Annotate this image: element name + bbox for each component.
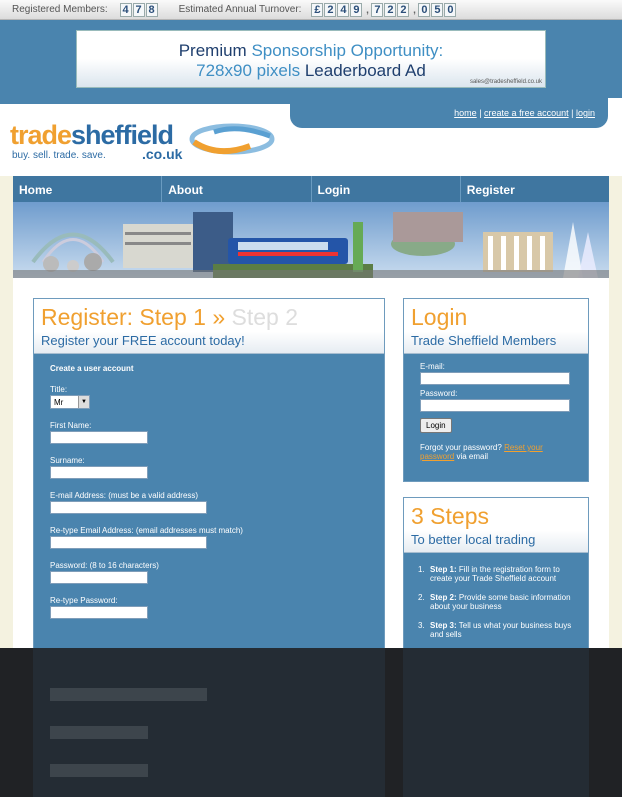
first-name-label: First Name: bbox=[50, 421, 92, 430]
login-title: Login bbox=[411, 304, 468, 330]
login-link[interactable]: login bbox=[576, 108, 595, 118]
counter-digit: 4 bbox=[119, 2, 132, 17]
turnover-counter: £2 4 9, 7 2 2, 0 5 0 bbox=[311, 2, 457, 17]
city-photo-banner bbox=[13, 202, 609, 278]
surname-label: Surname: bbox=[50, 456, 85, 465]
main-nav: Home About Login Register bbox=[13, 176, 609, 202]
steps-panel: 3 Steps To better local trading 1. Step 1… bbox=[403, 497, 589, 657]
link-separator: | bbox=[479, 108, 482, 118]
ad-sponsorship-text: Sponsorship Opportunity: bbox=[251, 41, 444, 60]
counter-digit: 0 bbox=[444, 2, 457, 17]
title-label: Title: bbox=[50, 385, 68, 394]
ad-email: sales@tradesheffield.co.uk bbox=[469, 79, 542, 85]
sheffield-collage-image bbox=[13, 202, 609, 278]
leaderboard-ad[interactable]: Premium Sponsorship Opportunity: 728x90 … bbox=[76, 30, 546, 88]
email-confirm-input[interactable] bbox=[50, 536, 207, 549]
logo-tagline: buy. sell. trade. save. bbox=[12, 150, 106, 161]
counter-digit: 2 bbox=[324, 2, 337, 17]
counter-separator: , bbox=[366, 4, 369, 16]
login-panel: Login Trade Sheffield Members E-mail: Pa… bbox=[403, 298, 589, 482]
logo-swirl-icon bbox=[189, 123, 275, 155]
first-name-input[interactable] bbox=[50, 431, 148, 444]
surname-input[interactable] bbox=[50, 466, 148, 479]
steps-panel-header: 3 Steps To better local trading bbox=[404, 498, 588, 553]
email-confirm-label: Re-type Email Address: (email addresses … bbox=[50, 526, 243, 535]
login-password-input[interactable] bbox=[420, 399, 570, 412]
nav-about[interactable]: About bbox=[161, 176, 310, 202]
login-subtitle: Trade Sheffield Members bbox=[411, 333, 557, 348]
steps-subtitle: To better local trading bbox=[411, 532, 536, 547]
counter-separator: , bbox=[413, 4, 416, 16]
register-panel: Register: Step 1 » Step 2 Register your … bbox=[33, 298, 385, 658]
create-account-link[interactable]: create a free account bbox=[484, 108, 569, 118]
register-form: Create a user account Title: Mr ▼ First N… bbox=[34, 354, 384, 641]
login-password-label: Password: bbox=[420, 389, 458, 398]
forgot-password-text: Forgot your password? Reset your passwor… bbox=[420, 443, 543, 461]
password-label: Password: (8 to 16 characters) bbox=[50, 561, 159, 570]
password-confirm-label: Re-type Password: bbox=[50, 596, 118, 605]
login-email-input[interactable] bbox=[420, 372, 570, 385]
title-select-value: Mr bbox=[54, 397, 64, 407]
counter-digit: 7 bbox=[132, 2, 145, 17]
login-button[interactable]: Login bbox=[420, 418, 452, 433]
ad-leaderboard-text: Leaderboard Ad bbox=[304, 61, 426, 80]
password-input[interactable] bbox=[50, 571, 148, 584]
title-select[interactable]: Mr ▼ bbox=[50, 395, 90, 409]
login-email-label: E-mail: bbox=[420, 362, 445, 371]
link-separator: | bbox=[571, 108, 574, 118]
counter-digit: 8 bbox=[145, 2, 158, 17]
register-step-1-title: Register: Step 1 bbox=[41, 304, 206, 330]
site-header: home | create a free account | login tra… bbox=[0, 98, 622, 176]
members-label: Registered Members: bbox=[12, 4, 108, 15]
login-panel-header: Login Trade Sheffield Members bbox=[404, 299, 588, 354]
counter-digit: 0 bbox=[418, 2, 431, 17]
step-item: 3. Step 3: Tell us what your business buy… bbox=[418, 621, 572, 639]
email-label: E-mail Address: (must be a valid address… bbox=[50, 491, 199, 500]
counter-digit: £ bbox=[311, 2, 324, 17]
counter-digit: 4 bbox=[337, 2, 350, 17]
members-counter: 478 bbox=[119, 2, 159, 17]
nav-home[interactable]: Home bbox=[13, 176, 161, 202]
ad-word-premium: Premium bbox=[178, 41, 247, 60]
counter-digit: 7 bbox=[371, 2, 384, 17]
home-link[interactable]: home bbox=[454, 108, 477, 118]
top-links: home | create a free account | login bbox=[454, 108, 595, 118]
counter-digit: 2 bbox=[384, 2, 397, 17]
logo-couk: .co.uk bbox=[142, 146, 183, 162]
register-step-2-title: Step 2 bbox=[231, 304, 299, 330]
logo-trade: trade bbox=[10, 120, 72, 150]
password-confirm-input[interactable] bbox=[50, 606, 148, 619]
step-separator: » bbox=[212, 304, 226, 330]
reflection-overlay bbox=[0, 648, 622, 797]
site-logo[interactable]: tradesheffield buy. sell. trade. save. .… bbox=[10, 120, 182, 162]
turnover-label: Estimated Annual Turnover: bbox=[178, 4, 302, 15]
register-subtitle: Register your FREE account today! bbox=[41, 333, 245, 348]
login-form: E-mail: Password: Login Forgot your pass… bbox=[404, 354, 588, 469]
steps-list: 1. Step 1: Fill in the registration form … bbox=[404, 553, 588, 661]
nav-login[interactable]: Login bbox=[310, 176, 460, 202]
stats-bar: Registered Members: 478 Estimated Annual… bbox=[0, 0, 622, 20]
main-content: Register: Step 1 » Step 2 Register your … bbox=[13, 278, 609, 658]
form-section-title: Create a user account bbox=[50, 364, 134, 373]
counter-digit: 9 bbox=[350, 2, 363, 17]
email-input[interactable] bbox=[50, 501, 207, 514]
ad-size-text: 728x90 pixels bbox=[196, 61, 301, 80]
step-item: 1. Step 1: Fill in the registration form … bbox=[418, 565, 560, 583]
step-item: 2. Step 2: Provide some basic information… bbox=[418, 593, 571, 611]
counter-digit: 2 bbox=[397, 2, 410, 17]
steps-title: 3 Steps bbox=[411, 503, 489, 529]
nav-register[interactable]: Register bbox=[459, 176, 609, 202]
dropdown-arrow-icon: ▼ bbox=[78, 396, 89, 408]
register-panel-header: Register: Step 1 » Step 2 Register your … bbox=[34, 299, 384, 354]
counter-digit: 5 bbox=[431, 2, 444, 17]
